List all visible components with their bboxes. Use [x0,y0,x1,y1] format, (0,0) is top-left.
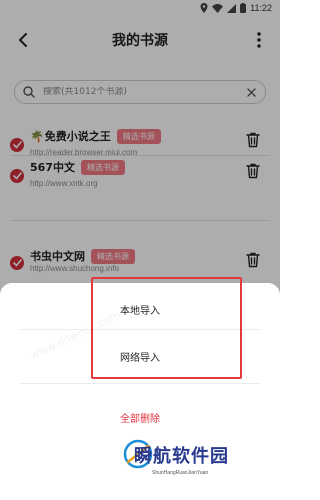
site-logo: 瞬航软件园 ShunHangRuanJianYuan [118,434,278,494]
logo-subtext: ShunHangRuanJianYuan [152,470,209,476]
highlight-annotation-box [91,277,242,379]
delete-all-option[interactable]: 全部删除 [0,397,280,437]
divider [20,383,260,384]
logo-text: 瞬航软件园 [134,446,229,467]
